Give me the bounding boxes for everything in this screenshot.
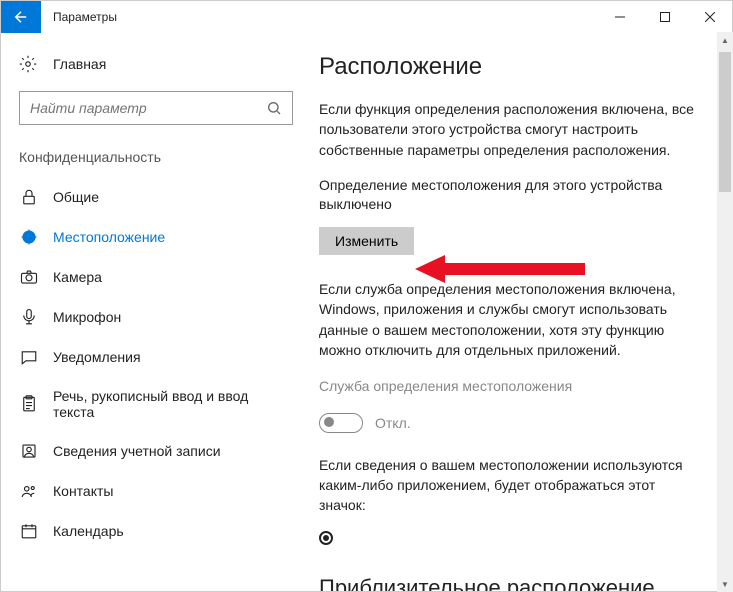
service-label: Служба определения местоположения: [319, 376, 700, 396]
scrollbar-thumb[interactable]: [719, 52, 731, 192]
window-title: Параметры: [53, 10, 597, 24]
sidebar-item-general[interactable]: Общие: [1, 177, 311, 217]
sidebar-home[interactable]: Главная: [1, 47, 311, 81]
change-button[interactable]: Изменить: [319, 227, 414, 255]
sidebar-item-contacts[interactable]: Контакты: [1, 471, 311, 511]
sidebar-item-label: Камера: [53, 269, 102, 285]
search-icon: [266, 100, 282, 116]
sidebar-section-header: Конфиденциальность: [1, 143, 311, 177]
location-service-toggle[interactable]: [319, 413, 363, 433]
service-description: Если служба определения местоположения в…: [319, 279, 700, 360]
sidebar-item-notifications[interactable]: Уведомления: [1, 337, 311, 377]
sidebar-item-label: Речь, рукописный ввод и ввод текста: [53, 388, 293, 420]
sidebar-item-label: Местоположение: [53, 229, 165, 245]
location-icon: [19, 228, 39, 246]
clipboard-icon: [19, 395, 39, 413]
indicator-description: Если сведения о вашем местоположении исп…: [319, 455, 700, 516]
search-box[interactable]: [19, 91, 293, 125]
sidebar-item-camera[interactable]: Камера: [1, 257, 311, 297]
scroll-up-arrow[interactable]: ▲: [717, 32, 733, 48]
vertical-scrollbar[interactable]: ▲ ▼: [717, 32, 733, 592]
sidebar-item-microphone[interactable]: Микрофон: [1, 297, 311, 337]
sidebar: Главная Конфиденциальность Общие Местопо…: [1, 33, 311, 591]
sidebar-item-label: Контакты: [53, 483, 113, 499]
scroll-down-arrow[interactable]: ▼: [717, 576, 733, 592]
page-title: Расположение: [319, 53, 700, 81]
sidebar-item-label: Общие: [53, 189, 99, 205]
titlebar: Параметры: [1, 1, 732, 33]
contacts-icon: [19, 482, 39, 500]
sidebar-item-calendar[interactable]: Календарь: [1, 511, 311, 551]
device-location-status: Определение местоположения для этого уст…: [319, 176, 700, 215]
account-icon: [19, 442, 39, 460]
approximate-location-heading: Приблизительное расположение: [319, 575, 700, 591]
sidebar-item-speech[interactable]: Речь, рукописный ввод и ввод текста: [1, 377, 311, 431]
gear-icon: [19, 55, 39, 73]
arrow-left-icon: [12, 8, 30, 26]
sidebar-item-label: Микрофон: [53, 309, 121, 325]
back-button[interactable]: [1, 1, 41, 33]
toggle-knob: [324, 417, 334, 427]
location-indicator-icon: [319, 531, 333, 545]
intro-text: Если функция определения расположения вк…: [319, 99, 700, 160]
minimize-button[interactable]: [597, 1, 642, 33]
maximize-button[interactable]: [642, 1, 687, 33]
sidebar-item-label: Сведения учетной записи: [53, 443, 221, 459]
sidebar-item-location[interactable]: Местоположение: [1, 217, 311, 257]
search-input[interactable]: [30, 100, 266, 116]
camera-icon: [19, 268, 39, 286]
window-controls: [597, 1, 732, 33]
lock-icon: [19, 188, 39, 206]
sidebar-home-label: Главная: [53, 56, 106, 72]
content-area: Расположение Если функция определения ра…: [311, 33, 732, 591]
sidebar-item-label: Календарь: [53, 523, 124, 539]
sidebar-item-account[interactable]: Сведения учетной записи: [1, 431, 311, 471]
sidebar-item-label: Уведомления: [53, 349, 141, 365]
calendar-icon: [19, 522, 39, 540]
chat-icon: [19, 348, 39, 366]
microphone-icon: [19, 308, 39, 326]
toggle-state-label: Откл.: [375, 415, 411, 431]
location-service-toggle-row: Откл.: [319, 413, 700, 433]
close-button[interactable]: [687, 1, 732, 33]
